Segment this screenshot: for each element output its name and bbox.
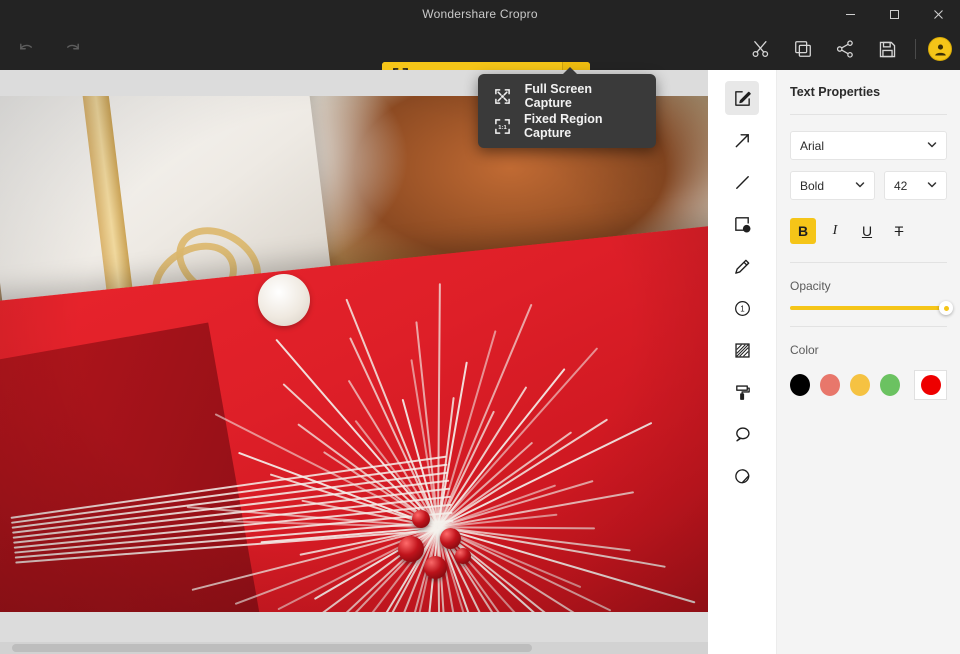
bold-button-label: B: [797, 223, 809, 239]
full-screen-capture-icon: [494, 87, 512, 105]
horizontal-scrollbar[interactable]: [0, 642, 708, 654]
close-button[interactable]: [916, 0, 960, 28]
save-icon[interactable]: [871, 34, 903, 64]
fixed-region-capture-icon: 1:1: [494, 117, 511, 135]
menu-item-fixed-region-capture[interactable]: 1:1 Fixed Region Capture: [478, 111, 656, 141]
chevron-down-icon: [926, 138, 938, 153]
svg-text:1:1: 1:1: [498, 124, 507, 130]
font-section: Arial Bold 42: [777, 115, 960, 216]
panel-title: Text Properties: [790, 85, 881, 99]
color-swatch-selected[interactable]: [914, 370, 947, 400]
font-style-value: Bold: [800, 178, 825, 193]
font-style-select[interactable]: Bold: [790, 171, 875, 200]
italic-button[interactable]: I: [822, 218, 848, 244]
color-section: Color: [777, 327, 960, 416]
highlighter-tool[interactable]: [725, 375, 759, 409]
history-controls: [10, 28, 88, 70]
main-toolbar: Selected Area Capture: [0, 28, 960, 91]
arrow-tool[interactable]: [725, 123, 759, 157]
shape-tool[interactable]: [725, 207, 759, 241]
color-swatch[interactable]: [820, 374, 841, 396]
color-swatch-list: [790, 370, 947, 400]
opacity-slider-fill: [790, 306, 947, 310]
window-controls: [828, 0, 960, 28]
pencil-tool[interactable]: [725, 249, 759, 283]
capture-mode-menu: Full Screen Capture 1:1 Fixed Region Cap…: [478, 67, 656, 148]
strikethrough-button-label: T: [894, 223, 904, 239]
font-size-select[interactable]: 42: [884, 171, 947, 200]
tool-rail: 1: [708, 70, 777, 654]
properties-panel: Text Properties Arial Bold 42 B I U T Op…: [777, 70, 960, 654]
minimize-button[interactable]: [828, 0, 872, 28]
color-swatch[interactable]: [880, 374, 901, 396]
color-label: Color: [790, 343, 819, 357]
svg-text:1: 1: [740, 304, 745, 313]
canvas-area[interactable]: 100%: [0, 70, 708, 654]
underline-button[interactable]: U: [854, 218, 880, 244]
photo-vignette: [0, 96, 708, 612]
bold-button[interactable]: B: [790, 218, 816, 244]
italic-button-label: I: [832, 223, 838, 238]
redo-icon[interactable]: [56, 34, 88, 64]
share-icon[interactable]: [829, 34, 861, 64]
duplicate-icon[interactable]: [787, 34, 819, 64]
cut-icon[interactable]: [745, 34, 777, 64]
font-family-select[interactable]: Arial: [790, 131, 947, 160]
maximize-button[interactable]: [872, 0, 916, 28]
font-family-value: Arial: [800, 138, 825, 153]
menu-item-full-screen-capture[interactable]: Full Screen Capture: [478, 81, 656, 111]
line-tool[interactable]: [725, 165, 759, 199]
app-title: Wondershare Cropro: [422, 7, 538, 21]
app-window: Wondershare Cropro Full Screen Capture 1…: [0, 0, 960, 654]
opacity-slider[interactable]: [790, 301, 953, 315]
annotate-tool[interactable]: [725, 81, 759, 115]
font-size-value: 42: [894, 178, 908, 193]
toolbar-divider: [915, 39, 916, 59]
scrollbar-thumb[interactable]: [12, 644, 532, 652]
toolbar-actions: [745, 28, 952, 70]
chevron-down-icon: [926, 178, 938, 193]
menu-item-label: Full Screen Capture: [524, 82, 592, 110]
strikethrough-button[interactable]: T: [886, 218, 912, 244]
sticker-tool[interactable]: [725, 459, 759, 493]
font-style-size-row: Bold 42: [790, 171, 947, 200]
avatar[interactable]: [928, 37, 952, 61]
menu-item-label: Fixed Region Capture: [524, 112, 603, 140]
text-format-buttons: B I U T: [777, 218, 960, 244]
opacity-slider-handle[interactable]: [939, 301, 953, 315]
opacity-section: Opacity: [777, 263, 960, 326]
title-bar: Wondershare Cropro: [0, 0, 960, 28]
color-swatch[interactable]: [790, 374, 811, 396]
chevron-down-icon: [854, 178, 866, 193]
undo-icon[interactable]: [10, 34, 42, 64]
underline-button-label: U: [861, 223, 873, 239]
image-canvas[interactable]: [0, 96, 708, 612]
color-swatch[interactable]: [850, 374, 871, 396]
opacity-label: Opacity: [790, 279, 831, 293]
step-number-tool[interactable]: 1: [725, 291, 759, 325]
callout-tool[interactable]: [725, 417, 759, 451]
mosaic-tool[interactable]: [725, 333, 759, 367]
